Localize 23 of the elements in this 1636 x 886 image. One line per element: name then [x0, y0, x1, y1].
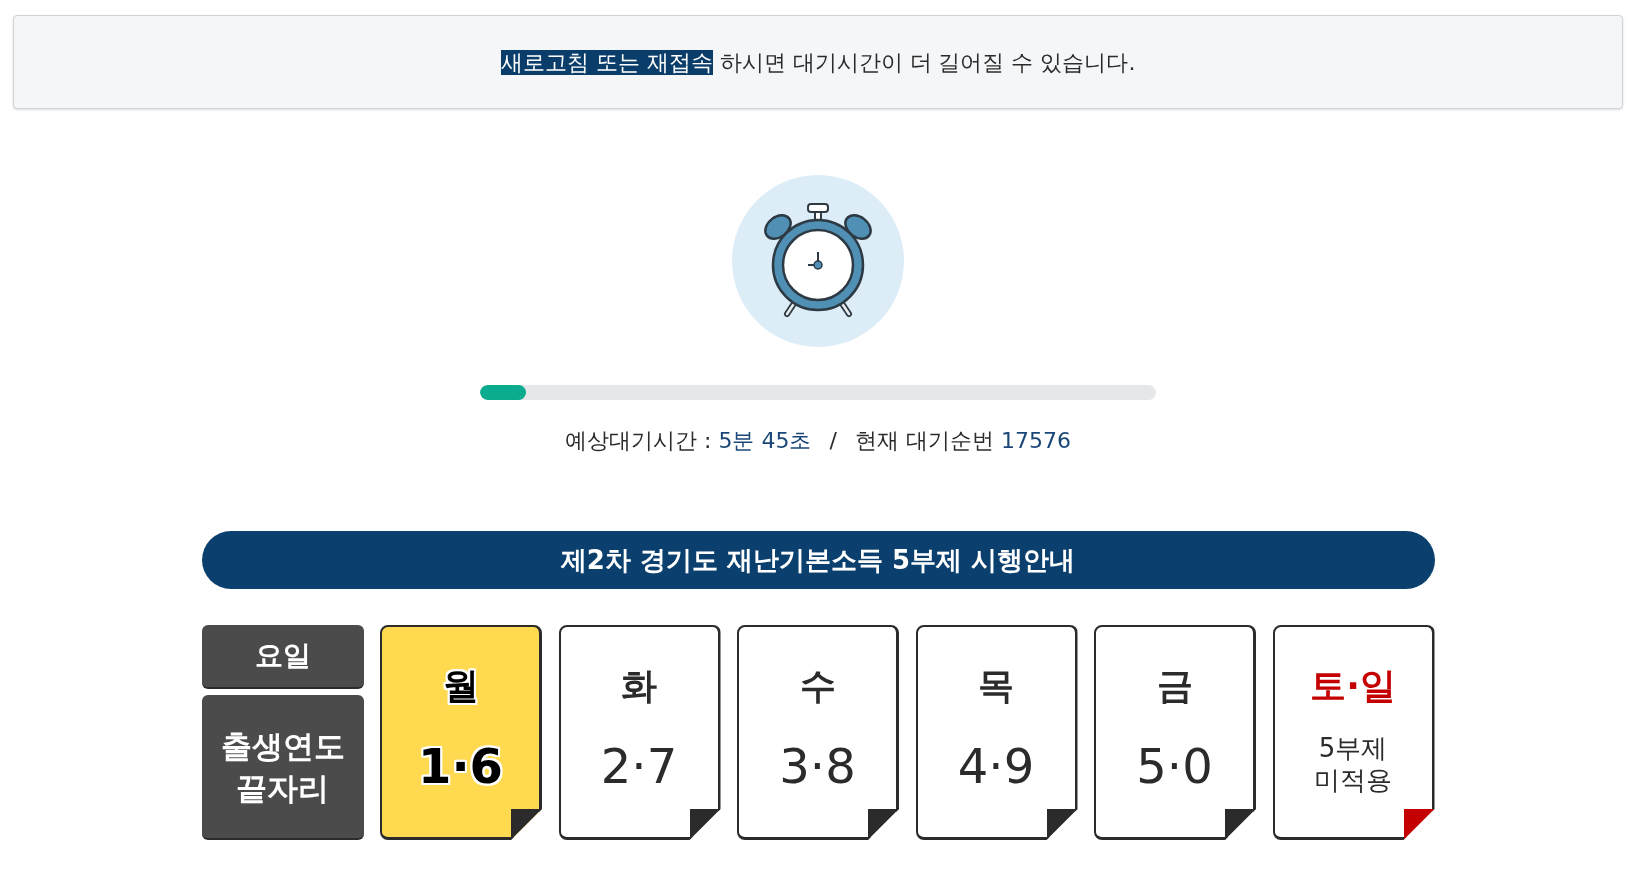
wait-time-label: 예상대기시간 :	[565, 427, 712, 455]
alarm-clock-icon	[732, 175, 904, 347]
notice-text: 새로고침 또는 재접속 하시면 대기시간이 더 길어질 수 있습니다.	[500, 48, 1136, 77]
folded-corner-icon	[1403, 809, 1435, 840]
day-header: 요일	[201, 625, 364, 689]
birth-year-digit-header: 출생연도 끝자리	[201, 695, 364, 840]
day-label: 화	[621, 668, 657, 704]
separator: /	[829, 427, 837, 455]
schedule-title: 제2차 경기도 재난기본소득 5부제 시행안내	[201, 531, 1435, 589]
note-text: 5부제 미적용	[1313, 732, 1393, 796]
day-label: 수	[799, 668, 836, 704]
queue-number-value: 17576	[1000, 427, 1071, 455]
digits-text: 5·0	[1136, 742, 1213, 790]
queue-number-label: 현재 대기순번	[854, 427, 994, 455]
digits-text: 1·6	[418, 742, 503, 790]
day-label: 월	[442, 668, 479, 704]
digits-text: 3·8	[779, 742, 856, 790]
wait-time-value: 5분 45초	[718, 427, 812, 455]
digits-text: 2·7	[600, 742, 678, 790]
day-label: 목	[978, 668, 1014, 704]
day-label: 토·일	[1310, 668, 1396, 704]
day-label: 금	[1156, 668, 1193, 704]
digits-text: 4·9	[957, 742, 1035, 790]
